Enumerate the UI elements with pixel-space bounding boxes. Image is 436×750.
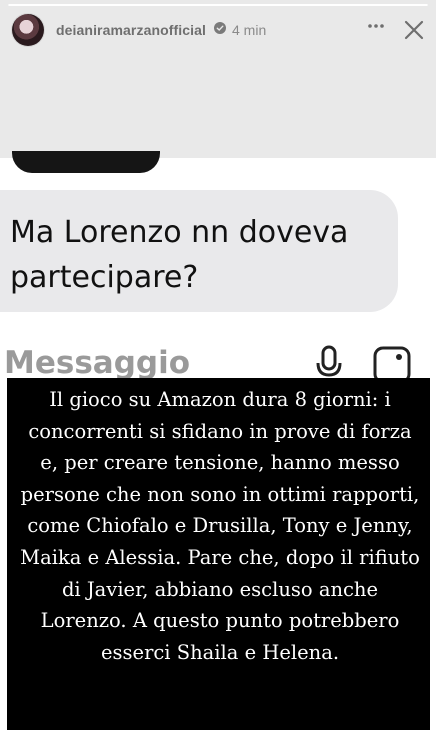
more-options-icon[interactable] (366, 18, 386, 34)
close-icon[interactable] (402, 18, 426, 42)
caption-box: Il gioco su Amazon dura 8 giorni: i conc… (7, 378, 430, 730)
story-header: deianiramarzanofficial 4 min (0, 12, 436, 52)
screenshot-top-bar (12, 151, 160, 173)
message-bubble: Ma Lorenzo nn doveva partecipare? (0, 190, 398, 312)
story-progress-bar (8, 4, 428, 6)
composer-placeholder: Messaggio (4, 345, 190, 380)
gallery-icon (373, 346, 411, 380)
verified-badge-icon (214, 22, 226, 34)
story-progress-fill (8, 4, 428, 6)
microphone-icon (316, 345, 342, 377)
caption-text: Il gioco su Amazon dura 8 giorni: i conc… (20, 388, 420, 664)
story-viewer[interactable]: deianiramarzanofficial 4 min Ma Lorenzo … (0, 0, 436, 750)
message-text: Ma Lorenzo nn doveva partecipare? (10, 215, 349, 295)
story-time: 4 min (232, 22, 267, 38)
message-composer: Messaggio (0, 340, 436, 380)
avatar[interactable] (12, 14, 44, 46)
username[interactable]: deianiramarzanofficial (56, 22, 206, 38)
